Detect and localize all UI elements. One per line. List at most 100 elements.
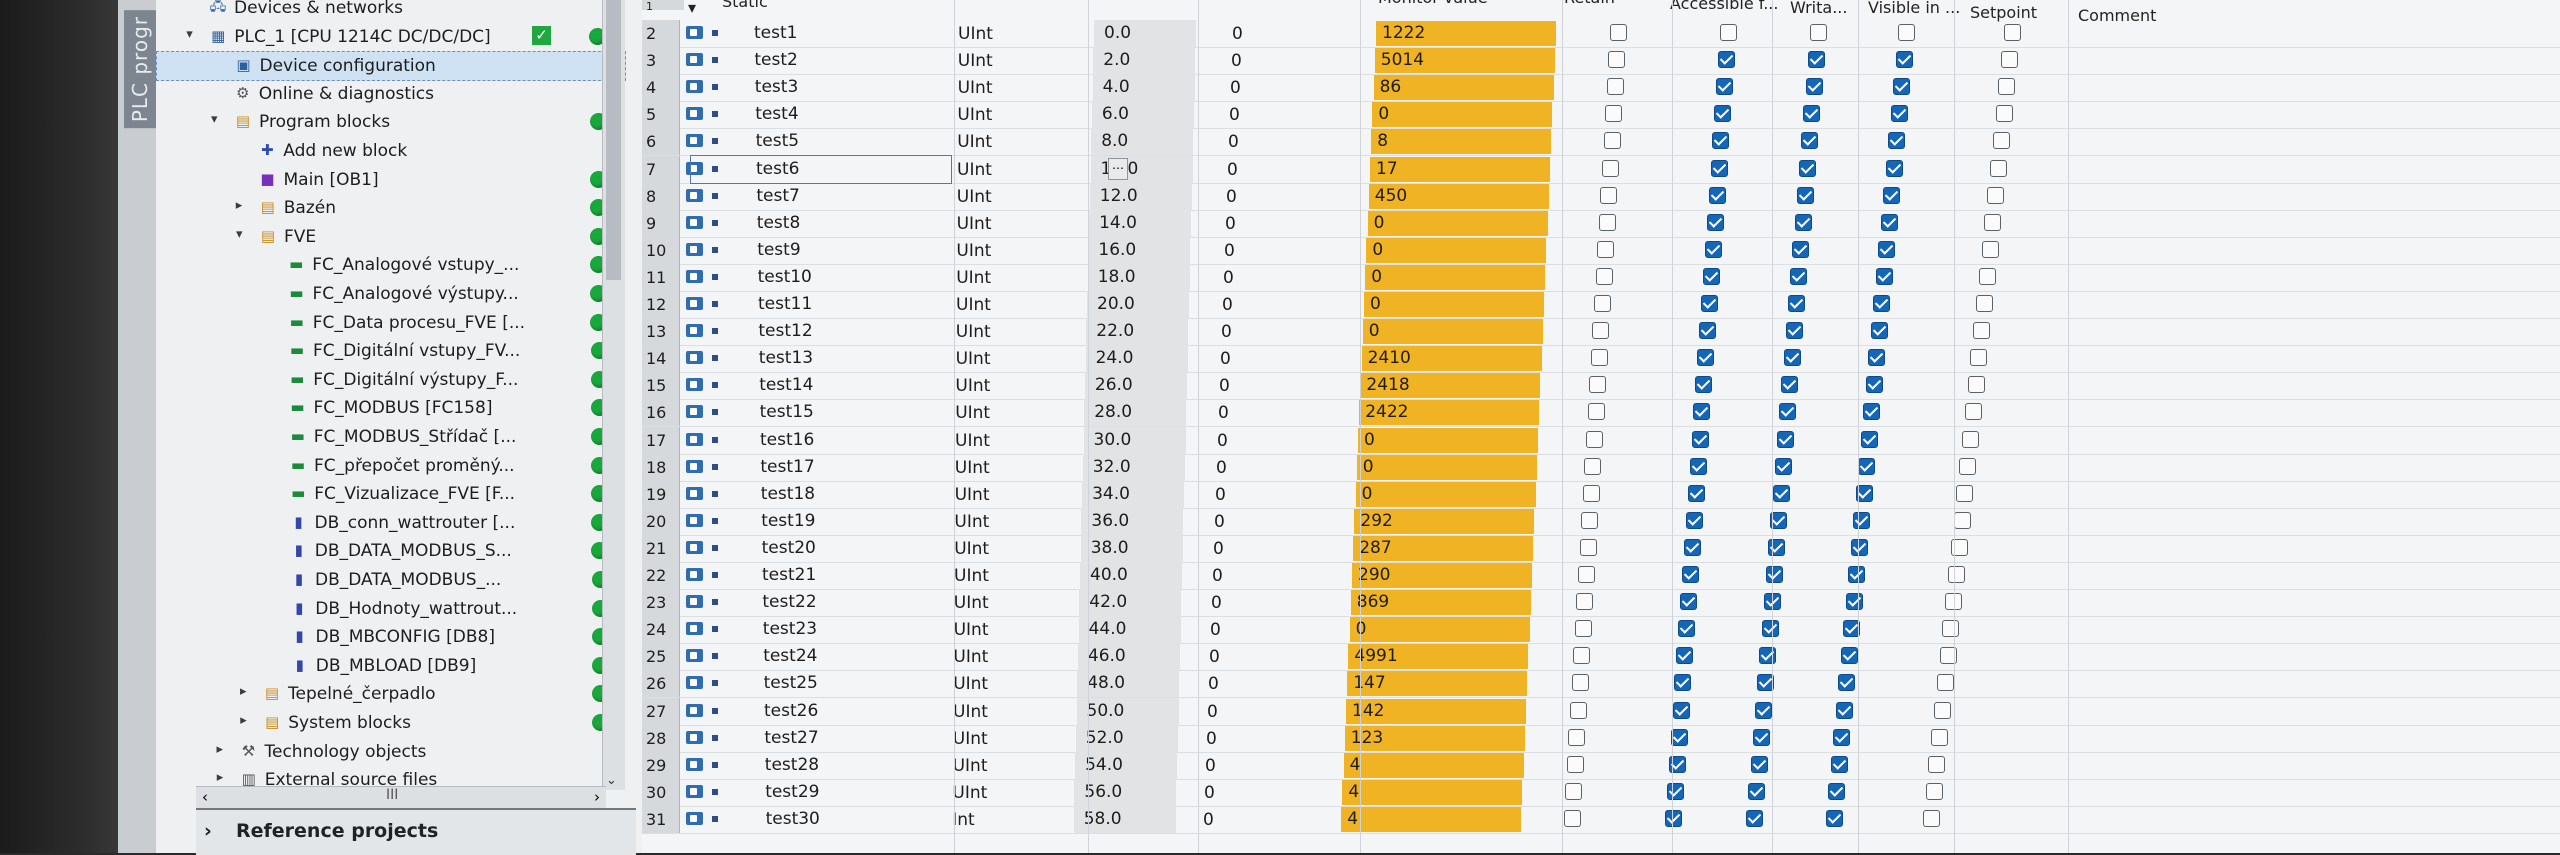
data-type[interactable]: UInt — [954, 620, 989, 640]
setpoint-checkbox[interactable] — [1964, 403, 1982, 421]
data-type[interactable]: UInt — [954, 539, 989, 559]
start-value[interactable]: 0 — [1227, 160, 1238, 180]
tree-item[interactable]: ▸ ⚒ Technology objects — [156, 738, 624, 766]
start-value[interactable]: 0 — [1228, 132, 1239, 152]
writable-checkbox[interactable] — [1788, 295, 1805, 312]
visible-checkbox[interactable] — [1893, 78, 1910, 96]
tree-item[interactable]: ▮ DB_DATA_MODBUS_... — [156, 566, 624, 594]
tag-name[interactable]: test11 — [758, 294, 812, 314]
scroll-grip[interactable]: III — [386, 787, 398, 803]
tree-item[interactable]: ▮ DB_conn_wattrouter [... — [156, 509, 624, 537]
retain-checkbox[interactable] — [1603, 132, 1621, 150]
accessible-checkbox[interactable] — [1682, 566, 1699, 583]
writable-checkbox[interactable] — [1768, 538, 1786, 556]
writable-checkbox[interactable] — [1807, 51, 1825, 69]
data-type[interactable]: UInt — [954, 512, 989, 532]
setpoint-checkbox[interactable] — [2004, 24, 2021, 41]
tree-item[interactable]: ▬ FC_Data procesu_FVE [... — [156, 309, 624, 337]
writable-checkbox[interactable] — [1759, 647, 1777, 665]
accessible-checkbox[interactable] — [1718, 51, 1736, 69]
visible-checkbox[interactable] — [1875, 267, 1893, 285]
accessible-checkbox[interactable] — [1697, 349, 1715, 367]
start-value[interactable]: 0 — [1225, 214, 1236, 234]
writable-checkbox[interactable] — [1755, 701, 1772, 719]
table-row[interactable]: 17 test16 UInt 30.0 0 0 — [642, 426, 2560, 455]
setpoint-checkbox[interactable] — [1953, 511, 1971, 529]
tag-name[interactable]: test5 — [756, 131, 799, 151]
accessible-checkbox[interactable] — [1695, 376, 1713, 394]
expand-arrow-icon[interactable]: ▸ — [240, 713, 247, 728]
tag-name[interactable]: test3 — [755, 77, 798, 97]
data-type[interactable]: UInt — [955, 403, 990, 423]
table-row[interactable]: 4 test3 UInt 4.0 0 86 — [642, 74, 2560, 103]
retain-checkbox[interactable] — [1571, 674, 1589, 692]
tag-name[interactable]: test1 — [754, 23, 797, 43]
visible-checkbox[interactable] — [1883, 186, 1900, 204]
tree-item[interactable]: ▬ FC_Digitální vstupy_FV... — [156, 337, 624, 365]
tree-item[interactable]: ▬ FC_Vizualizace_FVE [F... — [156, 480, 624, 508]
writable-checkbox[interactable] — [1761, 620, 1779, 638]
visible-checkbox[interactable] — [1863, 403, 1880, 421]
visible-checkbox[interactable] — [1870, 322, 1888, 340]
retain-checkbox[interactable] — [1594, 295, 1611, 312]
table-row[interactable]: 10 test9 UInt 16.0 0 0 — [642, 236, 2560, 265]
accessible-checkbox[interactable] — [1720, 24, 1737, 41]
tree-item[interactable]: ✚ Add new block — [156, 137, 624, 165]
visible-checkbox[interactable] — [1845, 593, 1863, 611]
start-value[interactable]: 0 — [1211, 593, 1222, 613]
visible-checkbox[interactable] — [1848, 566, 1865, 583]
table-row[interactable]: 15 test14 UInt 26.0 0 2418 — [642, 372, 2560, 401]
table-row[interactable]: 11 test10 UInt 18.0 0 0 — [642, 263, 2560, 292]
visible-checkbox[interactable] — [1840, 647, 1858, 665]
retain-checkbox[interactable] — [1602, 159, 1619, 177]
writable-checkbox[interactable] — [1750, 755, 1768, 773]
tree-item[interactable]: ▮ DB_Hodnoty_wattrout... — [156, 595, 624, 623]
tree-item[interactable]: ▬ FC_Analogové výstupy... — [156, 280, 624, 308]
data-type[interactable]: UInt — [953, 729, 988, 749]
header-accessible[interactable]: Accessible f... — [1670, 0, 1778, 16]
retain-checkbox[interactable] — [1582, 484, 1600, 502]
setpoint-checkbox[interactable] — [1931, 728, 1949, 746]
retain-checkbox[interactable] — [1589, 376, 1607, 394]
start-value[interactable]: 0 — [1219, 376, 1230, 396]
data-type[interactable]: UInt — [953, 674, 988, 694]
setpoint-checkbox[interactable] — [1998, 78, 2016, 96]
tag-name[interactable]: test9 — [757, 240, 800, 260]
retain-checkbox[interactable] — [1563, 809, 1581, 827]
table-row[interactable]: 14 test13 UInt 24.0 0 2410 — [642, 345, 2560, 374]
retain-checkbox[interactable] — [1605, 105, 1623, 123]
setpoint-checkbox[interactable] — [1959, 457, 1977, 475]
expand-arrow-icon[interactable]: ▸ — [217, 742, 224, 757]
writable-checkbox[interactable] — [1810, 24, 1827, 41]
table-row[interactable]: 8 test7 UInt 12.0 0 450 — [642, 182, 2560, 211]
collapse-arrow-icon[interactable]: ▾ — [211, 112, 218, 127]
tag-name[interactable]: test22 — [762, 592, 816, 612]
accessible-checkbox[interactable] — [1699, 322, 1717, 340]
tree-item[interactable]: ▬ FC_MODBUS_Střídač [... — [156, 423, 624, 451]
start-value[interactable]: 0 — [1204, 783, 1215, 803]
tag-name[interactable]: test13 — [759, 348, 813, 368]
table-row[interactable]: 27 test26 UInt 50.0 0 142 — [642, 697, 2560, 726]
visible-checkbox[interactable] — [1835, 701, 1853, 719]
visible-checkbox[interactable] — [1873, 295, 1890, 312]
tag-name[interactable]: test15 — [760, 402, 814, 422]
tag-name[interactable]: test2 — [754, 50, 797, 70]
table-row[interactable]: 20 test19 UInt 36.0 0 292 — [642, 507, 2560, 536]
accessible-checkbox[interactable] — [1708, 186, 1726, 204]
setpoint-checkbox[interactable] — [1987, 186, 2005, 204]
data-type[interactable]: UInt — [954, 593, 989, 613]
tag-name[interactable]: test17 — [760, 457, 814, 477]
start-value[interactable]: 0 — [1222, 295, 1233, 315]
start-value[interactable]: 0 — [1210, 620, 1221, 640]
setpoint-checkbox[interactable] — [1976, 295, 1993, 312]
accessible-checkbox[interactable] — [1674, 674, 1692, 692]
table-row[interactable]: 3 test2 UInt 2.0 0 5014 — [642, 47, 2560, 76]
tree-item[interactable]: 🖧 Devices & networks — [156, 0, 624, 22]
data-type[interactable]: UInt — [956, 295, 991, 315]
tree-item[interactable]: ▾ ▤ Program blocks — [156, 108, 624, 136]
writable-checkbox[interactable] — [1746, 809, 1764, 827]
tag-name[interactable]: test10 — [758, 267, 812, 287]
retain-checkbox[interactable] — [1590, 349, 1608, 367]
writable-checkbox[interactable] — [1777, 430, 1794, 448]
setpoint-checkbox[interactable] — [1981, 240, 1999, 258]
